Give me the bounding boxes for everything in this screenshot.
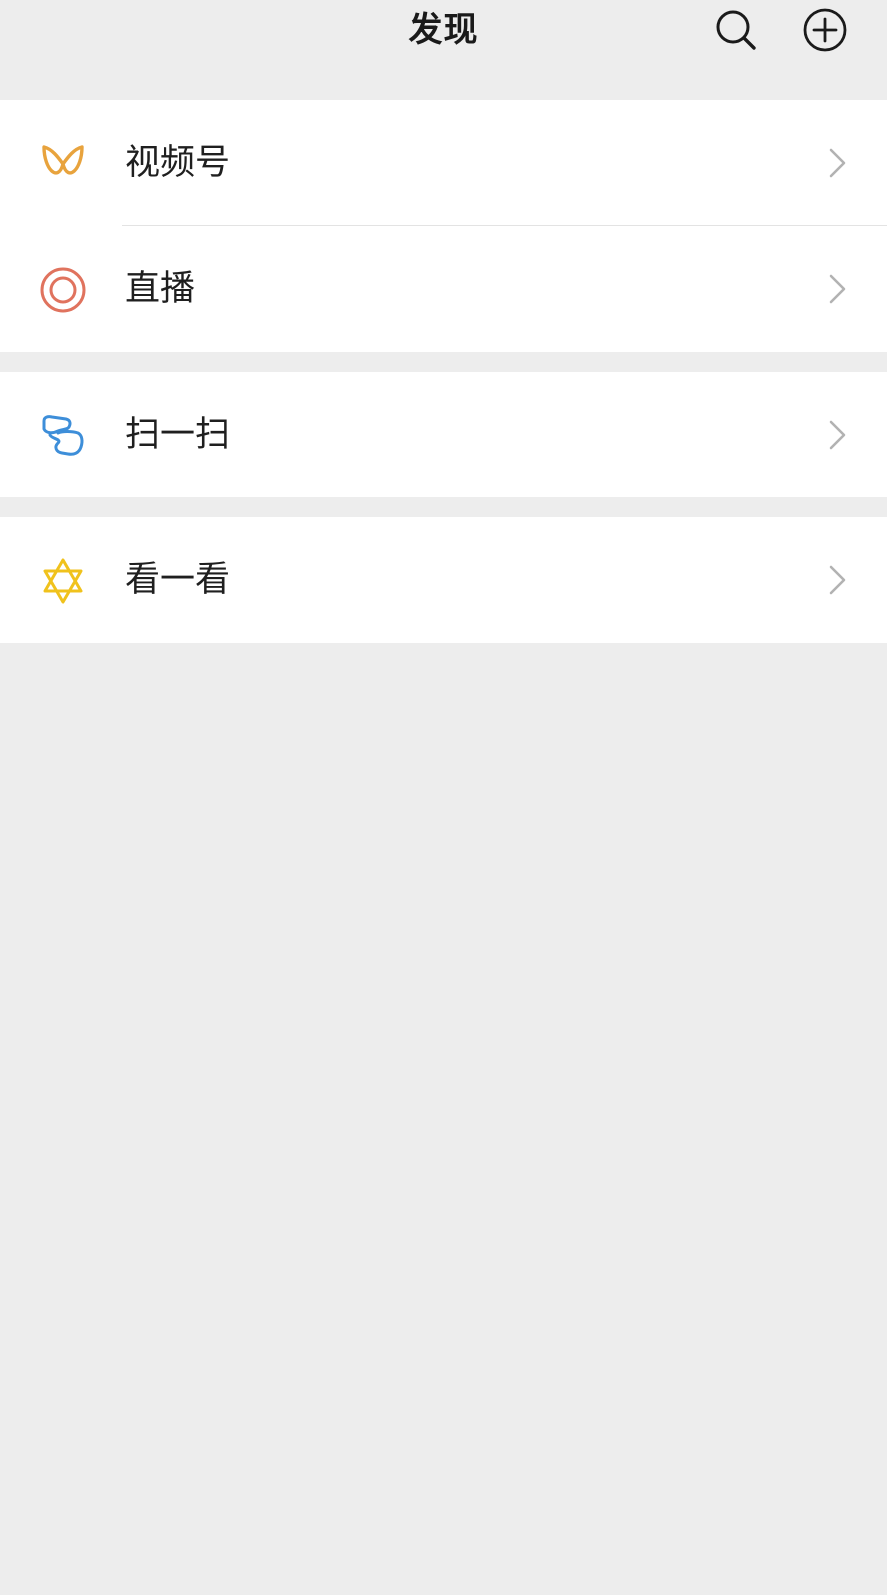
menu-item-live[interactable]: 直播: [0, 226, 887, 352]
scan-icon: [42, 415, 84, 456]
chevron-right-icon: [829, 274, 846, 304]
add-button[interactable]: [801, 6, 849, 54]
top-stories-icon-wrap: [38, 556, 88, 606]
chevron-right-icon: [829, 420, 846, 450]
top-nav-bar: 发现: [0, 0, 887, 100]
top-stories-icon: [43, 558, 83, 604]
menu-item-channels[interactable]: 视频号: [0, 100, 887, 226]
menu-item-top-stories[interactable]: 看一看: [0, 517, 887, 643]
chevron-right-icon: [829, 565, 846, 595]
live-icon-wrap: [38, 265, 88, 315]
menu-group-scan: 扫一扫: [0, 372, 887, 497]
menu-item-label: 视频号: [125, 143, 231, 183]
channels-icon: [42, 145, 84, 175]
menu-item-label: 直播: [125, 269, 196, 309]
scan-icon-wrap: [38, 411, 88, 461]
chevron-right-icon: [829, 148, 846, 178]
menu-item-scan[interactable]: 扫一扫: [0, 372, 887, 497]
live-icon: [40, 267, 86, 313]
menu-group-top-stories: 看一看: [0, 517, 887, 643]
menu-group-channels-live: 视频号 直播: [0, 100, 887, 352]
menu-item-label: 扫一扫: [125, 415, 231, 455]
channels-icon-wrap: [38, 139, 88, 189]
plus-circle-icon: [803, 8, 847, 52]
menu-item-label: 看一看: [125, 560, 231, 600]
search-button[interactable]: [712, 6, 760, 54]
search-icon: [716, 10, 756, 50]
